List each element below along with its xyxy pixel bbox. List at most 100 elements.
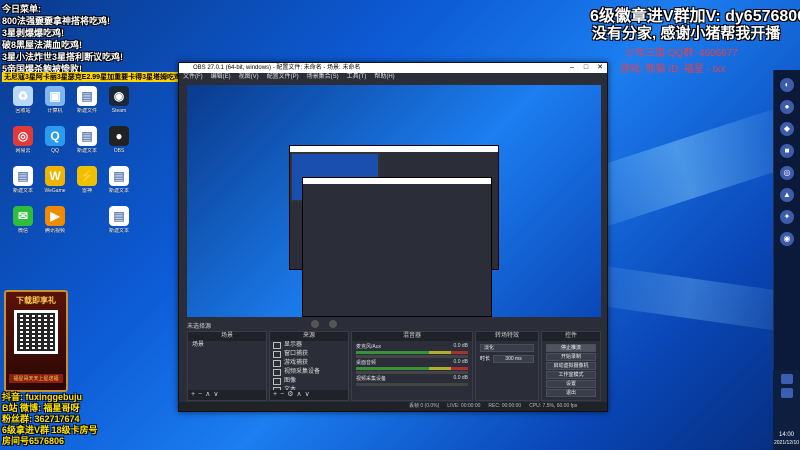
source-item[interactable]: 视频采集设备 — [270, 368, 348, 377]
desktop-icon[interactable]: ▶ 腾讯视频 — [38, 206, 72, 244]
move-up-icon[interactable]: ∧ — [296, 391, 304, 398]
notification-icon[interactable] — [780, 374, 793, 384]
menu-tools[interactable]: 工具(T) — [347, 73, 367, 82]
desktop-icon[interactable]: ◉ Steam — [102, 86, 136, 124]
desktop-icon[interactable]: ◎ 网易云 — [6, 126, 40, 164]
volume-icon[interactable] — [780, 388, 793, 398]
volume-slider[interactable] — [356, 383, 468, 386]
studio-mode-button[interactable]: 工作室模式 — [546, 371, 596, 379]
live-timer: LIVE: 00:00:00 — [447, 403, 481, 409]
virtual-camera-button[interactable]: 启动虚拟摄像机 — [546, 362, 596, 370]
app-icon: ▤ — [77, 126, 97, 146]
scene-item[interactable]: 场景 — [188, 341, 266, 350]
source-properties-icon[interactable] — [311, 320, 319, 328]
thanks-text: 没有分家, 感谢小猪帮我开播 — [592, 25, 781, 42]
desktop-icon-label: 微信 — [17, 228, 28, 234]
desktop-icon-label: 腾讯视频 — [44, 228, 65, 234]
app-icon[interactable]: ◆ — [780, 122, 794, 136]
desktop-icon[interactable]: Q QQ — [38, 126, 72, 164]
app-icon[interactable]: ◉ — [780, 232, 794, 246]
obs-titlebar[interactable]: OBS 27.0.1 (64-bit, windows) - 配置文件: 未命名… — [179, 63, 607, 73]
stop-streaming-button[interactable]: 停止推流 — [546, 344, 596, 352]
desktop-icon-label: OBS — [113, 148, 125, 154]
transitions-dock-title: 转场特效 — [476, 332, 538, 341]
system-tray: 14:00 2021/12/10 — [773, 370, 800, 450]
obs-preview-canvas[interactable] — [187, 85, 601, 317]
desktop-icon-label: 新建文本 — [108, 188, 129, 194]
start-recording-button[interactable]: 开始录制 — [546, 353, 596, 361]
audio-mixer-dock: 混音器 麦克风/Aux 0.0 dB 桌面音频 0.0 dB 视频采集设备 0.… — [351, 331, 473, 401]
menu-help[interactable]: 帮助(H) — [374, 73, 394, 82]
desktop-icon-label: Steam — [111, 108, 127, 114]
source-item[interactable]: 图像 — [270, 377, 348, 386]
mixer-channel[interactable]: 桌面音频 0.0 dB — [352, 357, 472, 374]
maximize-icon[interactable]: □ — [579, 63, 593, 73]
monitor-icon — [273, 342, 281, 349]
app-icon: ▤ — [13, 166, 33, 186]
desktop-icon[interactable]: W WeGame — [38, 166, 72, 204]
transition-select[interactable]: 淡化 — [480, 344, 534, 352]
duration-input[interactable]: 300 ms — [493, 355, 534, 363]
obs-window[interactable]: OBS 27.0.1 (64-bit, windows) - 配置文件: 未命名… — [178, 62, 608, 412]
cpu-fps: CPU: 7.5%, 60.00 fps — [529, 403, 578, 409]
source-item[interactable]: 游戏捕获 — [270, 359, 348, 368]
app-icon: ▤ — [77, 86, 97, 106]
desktop-icon-label: 网易云 — [15, 148, 31, 154]
duration-label: 时长 — [480, 356, 491, 362]
menu-view[interactable]: 视图(V) — [239, 73, 259, 82]
move-down-icon[interactable]: ∨ — [213, 391, 221, 398]
rec-timer: REC: 00:00:00 — [488, 403, 522, 409]
desktop-icon[interactable]: ▤ 新建文本 — [70, 126, 104, 164]
app-icon[interactable]: ◐ — [780, 78, 794, 92]
fan-group-line: 粉丝群: 362717674 — [2, 414, 80, 424]
menu-scene-collection[interactable]: 场景集合(S) — [307, 73, 339, 82]
side-app-dock: ◐ ● ◆ ■ ◎ ▲ ✦ ◉ — [773, 70, 800, 370]
desktop-icon[interactable]: ✉ 微信 — [6, 206, 40, 244]
app-icon: ◎ — [13, 126, 33, 146]
desktop-icon[interactable]: ▤ 新建文本 — [6, 166, 40, 204]
close-icon[interactable]: ✕ — [593, 63, 607, 73]
menu-profile[interactable]: 配置文件(P) — [267, 73, 299, 82]
app-icon: ▤ — [109, 206, 129, 226]
qr-promo-panel: 下载即享礼 福星哥天天上星送福 — [4, 290, 68, 392]
social-info-overlay: 抖音: fuxinggebuju B站 微博: 福星哥呀 粉丝群: 362717… — [2, 392, 98, 447]
vip-group-line: 6级拿进V群 18级卡房号 — [2, 425, 98, 435]
menu-file[interactable]: 文件(F) — [183, 73, 203, 82]
desktop-icon[interactable]: ▤ 新建文本 — [102, 206, 136, 244]
minimize-icon[interactable]: – — [565, 63, 579, 73]
app-icon[interactable]: ✦ — [780, 210, 794, 224]
app-icon: ◉ — [109, 86, 129, 106]
clock-date[interactable]: 2021/12/10 — [773, 440, 800, 446]
settings-button[interactable]: 设置 — [546, 380, 596, 388]
mixer-channel[interactable]: 麦克风/Aux 0.0 dB — [352, 341, 472, 358]
desktop-icon[interactable]: ⚡ 雷神 — [70, 166, 104, 204]
sources-toolbar: +−⚙∧∨ — [270, 390, 348, 400]
qr-code — [14, 310, 58, 354]
desktop-icon-label: 雷神 — [81, 188, 92, 194]
desktop-icon-label: 新建文本 — [12, 188, 33, 194]
desktop-icon-label: WeGame — [44, 188, 66, 194]
source-item[interactable]: 显示器 — [270, 341, 348, 350]
clock-time[interactable]: 14:00 — [773, 432, 800, 438]
source-filters-icon[interactable] — [329, 320, 337, 328]
app-icon[interactable]: ● — [780, 100, 794, 114]
exit-button[interactable]: 退出 — [546, 389, 596, 397]
dropped-frames: 丢帧 0 (0.0%) — [409, 403, 440, 409]
desktop-icon[interactable]: ● OBS — [102, 126, 136, 164]
app-icon: ● — [109, 126, 129, 146]
desktop-icon[interactable]: ♻ 回收站 — [6, 86, 40, 124]
mixer-channel[interactable]: 视频采集设备 0.0 dB — [352, 373, 472, 389]
source-item[interactable]: 窗口捕获 — [270, 350, 348, 359]
desktop-icon[interactable]: ▤ 新建文件 — [70, 86, 104, 124]
desktop-icon-label: QQ — [51, 148, 59, 154]
app-icon[interactable]: ■ — [780, 144, 794, 158]
desktop-icon[interactable]: ▤ 新建文本 — [102, 166, 136, 204]
menu-edit[interactable]: 编辑(E) — [211, 73, 231, 82]
controls-dock-title: 控件 — [542, 332, 600, 341]
move-down-icon[interactable]: ∨ — [305, 391, 313, 398]
controls-dock: 控件 停止推流 开始录制 启动虚拟摄像机 工作室模式 设置 退出 — [541, 331, 601, 401]
nested-obs-window — [302, 177, 492, 317]
app-icon[interactable]: ◎ — [780, 166, 794, 180]
app-icon[interactable]: ▲ — [780, 188, 794, 202]
desktop-icon[interactable]: ▣ 计算机 — [38, 86, 72, 124]
